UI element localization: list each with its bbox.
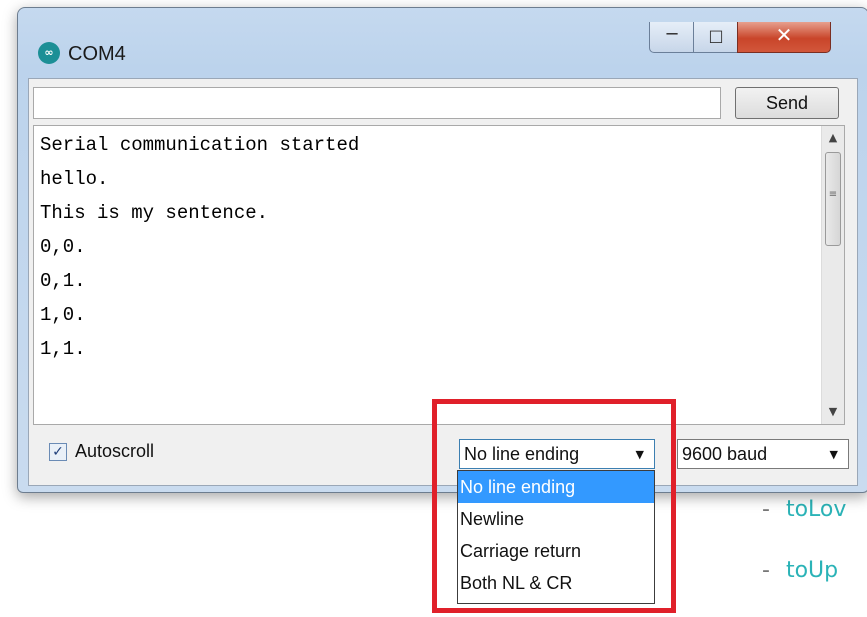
output-line: 1,0. (40, 304, 86, 326)
minimize-icon: ─ (666, 24, 678, 45)
output-line: This is my sentence. (40, 202, 269, 224)
minimize-button[interactable]: ─ (649, 22, 695, 53)
background-link-text: toUp (785, 558, 839, 583)
autoscroll-checkbox[interactable]: ✓ (49, 443, 67, 461)
output-line: Serial communication started (40, 134, 360, 156)
autoscroll-label: Autoscroll (75, 441, 155, 461)
baud-rate-value: 9600 baud (682, 444, 768, 464)
window-title: COM4 (68, 43, 126, 65)
scroll-thumb[interactable]: ≡ (825, 152, 841, 246)
output-line: hello. (40, 168, 109, 190)
send-input[interactable] (33, 87, 721, 119)
maximize-button[interactable]: □ (693, 22, 739, 53)
maximize-icon: □ (708, 26, 724, 45)
background-list-item: - toUp (762, 558, 838, 583)
output-line: 0,1. (40, 270, 86, 292)
scroll-down-icon[interactable]: ▼ (822, 402, 844, 422)
annotation-highlight-box (432, 399, 676, 613)
background-list-item: - toLov (762, 497, 846, 522)
arduino-icon: ∞ (38, 42, 60, 64)
output-line: 0,0. (40, 236, 86, 258)
list-dash: - (762, 497, 770, 522)
title-bar[interactable]: ∞ COM4 ─ □ ✕ (18, 8, 867, 76)
close-icon: ✕ (775, 23, 793, 47)
output-line: 1,1. (40, 338, 86, 360)
vertical-scrollbar[interactable]: ▲ ≡ ▼ (821, 126, 844, 424)
serial-output[interactable]: Serial communication started hello. This… (33, 125, 845, 425)
output-lines: Serial communication started hello. This… (40, 134, 359, 372)
list-dash: - (762, 558, 770, 583)
scroll-up-icon[interactable]: ▲ (822, 128, 844, 148)
baud-rate-select[interactable]: 9600 baud ▼ (677, 439, 849, 469)
background-link-text: toLov (785, 497, 847, 522)
send-button[interactable]: Send (735, 87, 839, 119)
close-button[interactable]: ✕ (737, 22, 831, 53)
chevron-down-icon: ▼ (829, 448, 838, 461)
grip-icon: ≡ (828, 189, 838, 200)
